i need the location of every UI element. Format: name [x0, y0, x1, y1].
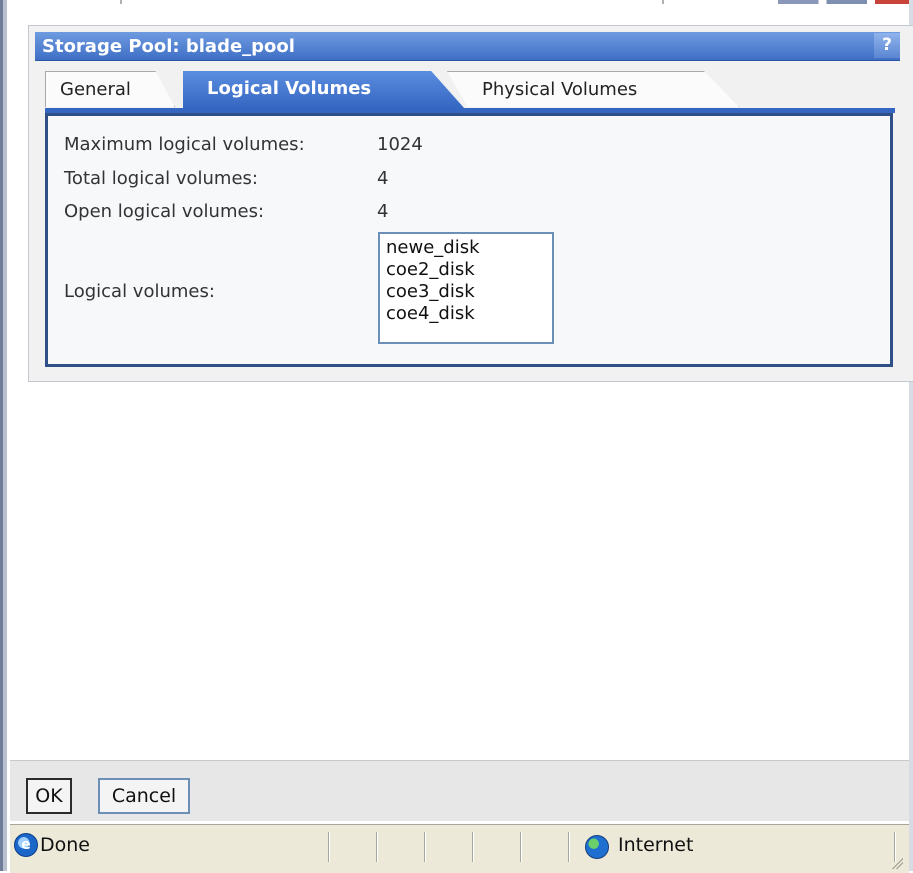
status-text: Done — [40, 834, 90, 856]
total-logical-volumes-label: Total logical volumes: — [64, 168, 258, 189]
status-separator — [472, 832, 474, 862]
window-control-buttons[interactable] — [778, 0, 913, 4]
ok-button[interactable]: OK — [26, 778, 72, 814]
total-logical-volumes-value: 4 — [377, 168, 389, 189]
status-separator — [376, 832, 378, 862]
help-button[interactable]: ? — [874, 33, 900, 58]
globe-icon — [585, 835, 609, 859]
logical-volumes-panel: Maximum logical volumes: 1024 Total logi… — [45, 113, 893, 367]
top-divider — [120, 0, 122, 4]
status-separator — [568, 832, 570, 862]
ie-page-icon: e — [14, 833, 38, 857]
browser-status-bar: e Done Internet — [10, 822, 909, 873]
tab-bar: General Physical Volumes Logical Volumes — [35, 71, 900, 113]
storage-pool-dialog: Storage Pool: blade_pool ? General Physi… — [28, 25, 913, 382]
window-top-edge — [0, 0, 913, 10]
logical-volumes-listbox[interactable]: newe_disk coe2_disk coe3_disk coe4_disk — [378, 232, 554, 344]
status-separator — [328, 832, 330, 862]
tab-logical-volumes[interactable]: Logical Volumes — [183, 71, 465, 109]
browser-window: Storage Pool: blade_pool ? General Physi… — [0, 0, 913, 873]
list-item[interactable]: coe4_disk — [386, 303, 552, 325]
dialog-button-bar: OK Cancel — [10, 760, 909, 821]
open-logical-volumes-value: 4 — [377, 201, 389, 222]
security-zone-label: Internet — [618, 834, 694, 856]
status-separator — [520, 832, 522, 862]
tab-general[interactable]: General — [45, 71, 175, 107]
cancel-button[interactable]: Cancel — [98, 778, 190, 814]
resize-grip-icon[interactable] — [889, 855, 903, 869]
top-divider — [662, 0, 664, 4]
dialog-titlebar: Storage Pool: blade_pool ? — [35, 32, 900, 61]
tab-physical-volumes[interactable]: Physical Volumes — [447, 71, 739, 107]
open-logical-volumes-label: Open logical volumes: — [64, 201, 265, 222]
dialog-title: Storage Pool: blade_pool — [42, 36, 295, 57]
list-item[interactable]: coe3_disk — [386, 281, 552, 303]
list-item[interactable]: newe_disk — [386, 237, 552, 259]
logical-volumes-label: Logical volumes: — [64, 281, 215, 302]
window-left-border — [0, 0, 10, 871]
max-logical-volumes-label: Maximum logical volumes: — [64, 134, 305, 155]
max-logical-volumes-value: 1024 — [377, 134, 423, 155]
status-separator — [424, 832, 426, 862]
list-item[interactable]: coe2_disk — [386, 259, 552, 281]
